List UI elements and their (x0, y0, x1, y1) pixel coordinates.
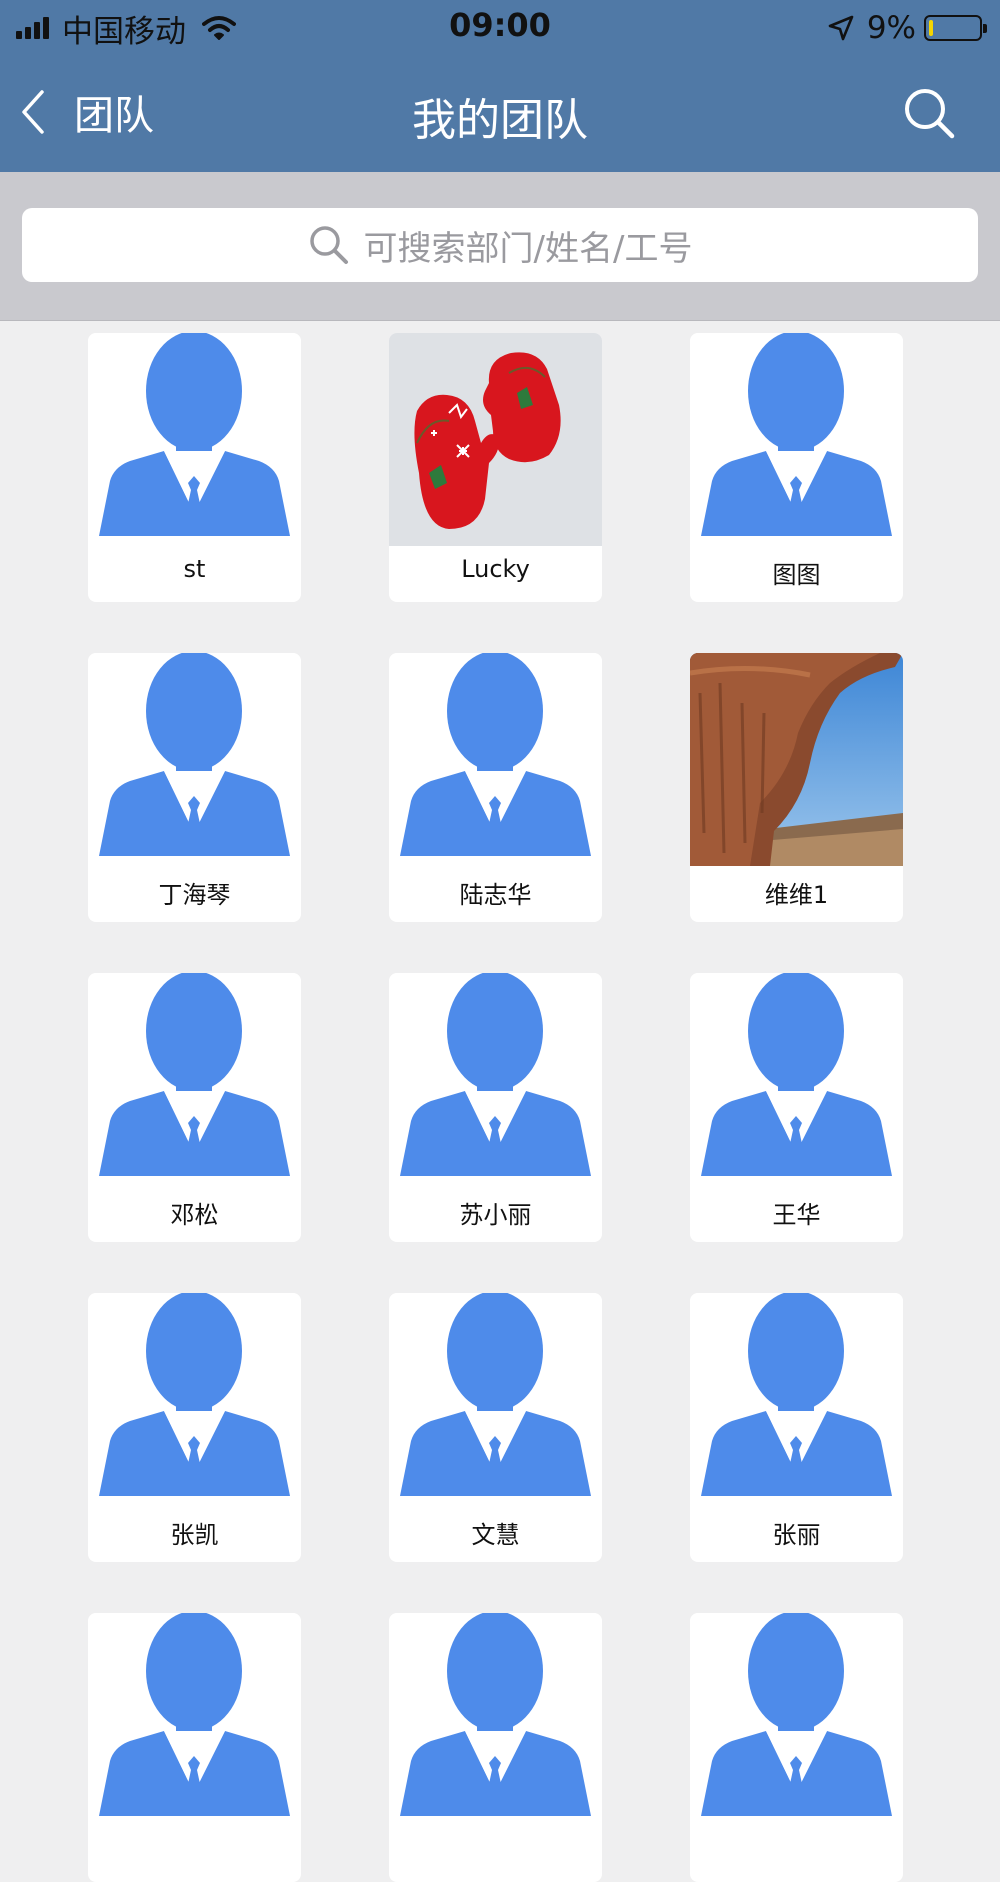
avatar-placeholder (88, 653, 301, 866)
member-card[interactable]: 陆志华 (389, 653, 602, 922)
member-name: 图图 (772, 561, 821, 589)
search-input[interactable]: 可搜索部门/姓名/工号 (22, 208, 978, 282)
search-field-icon (309, 226, 348, 264)
location-arrow-icon (828, 15, 854, 41)
nav-bar: 团队 我的团队 (0, 56, 1000, 172)
member-name: 苏小丽 (459, 1201, 532, 1229)
back-button[interactable]: 团队 (20, 78, 154, 146)
avatar-placeholder (389, 973, 602, 1186)
avatar-placeholder (88, 1613, 301, 1826)
member-card[interactable]: 图图 (690, 333, 903, 602)
member-card[interactable]: 丁海琴 (88, 653, 301, 922)
member-card[interactable]: 王华 (690, 973, 903, 1242)
member-card[interactable]: Lucky (389, 333, 602, 602)
avatar-photo (389, 333, 602, 546)
member-name: 文慧 (471, 1521, 520, 1549)
member-name: 王华 (772, 1201, 821, 1229)
member-name: 丁海琴 (158, 881, 231, 909)
search-section: 可搜索部门/姓名/工号 (0, 172, 1000, 321)
member-card[interactable] (690, 1613, 903, 1882)
back-label: 团队 (74, 93, 154, 139)
member-card[interactable]: 文慧 (389, 1293, 602, 1562)
search-button[interactable] (900, 84, 960, 144)
member-card[interactable]: 张丽 (690, 1293, 903, 1562)
member-name: 张凯 (170, 1521, 219, 1549)
member-card[interactable]: 张凯 (88, 1293, 301, 1562)
avatar-placeholder (690, 973, 903, 1186)
battery-icon (924, 15, 987, 41)
member-name: 陆志华 (459, 881, 532, 909)
page-title: 我的团队 (412, 95, 588, 146)
battery-percent: 9% (866, 10, 916, 46)
member-card[interactable]: st (88, 333, 301, 602)
battery-fill (929, 20, 933, 36)
member-card[interactable]: 维维1 (690, 653, 903, 922)
member-name: 维维1 (764, 881, 829, 909)
search-placeholder: 可搜索部门/姓名/工号 (363, 228, 693, 269)
avatar-placeholder (88, 1293, 301, 1506)
chevron-left-icon (22, 90, 44, 134)
member-card[interactable]: 邓松 (88, 973, 301, 1242)
member-name: st (183, 555, 206, 583)
avatar-placeholder (389, 1293, 602, 1506)
avatar-placeholder (690, 1613, 903, 1826)
member-name: 张丽 (772, 1521, 821, 1549)
avatar-placeholder (389, 1613, 602, 1826)
avatar-placeholder (690, 333, 903, 546)
member-name: 邓松 (170, 1201, 219, 1229)
status-bar: 中国移动 09:00 9% (0, 0, 1000, 56)
avatar-photo (690, 653, 903, 866)
avatar-placeholder (690, 1293, 903, 1506)
member-card[interactable] (389, 1613, 602, 1882)
status-right: 9% (827, 8, 987, 48)
member-name: Lucky (461, 555, 530, 583)
member-card[interactable]: 苏小丽 (389, 973, 602, 1242)
member-card[interactable] (88, 1613, 301, 1882)
avatar-placeholder (88, 973, 301, 1186)
avatar-placeholder (389, 653, 602, 866)
search-icon (905, 89, 955, 139)
avatar-placeholder (88, 333, 301, 546)
